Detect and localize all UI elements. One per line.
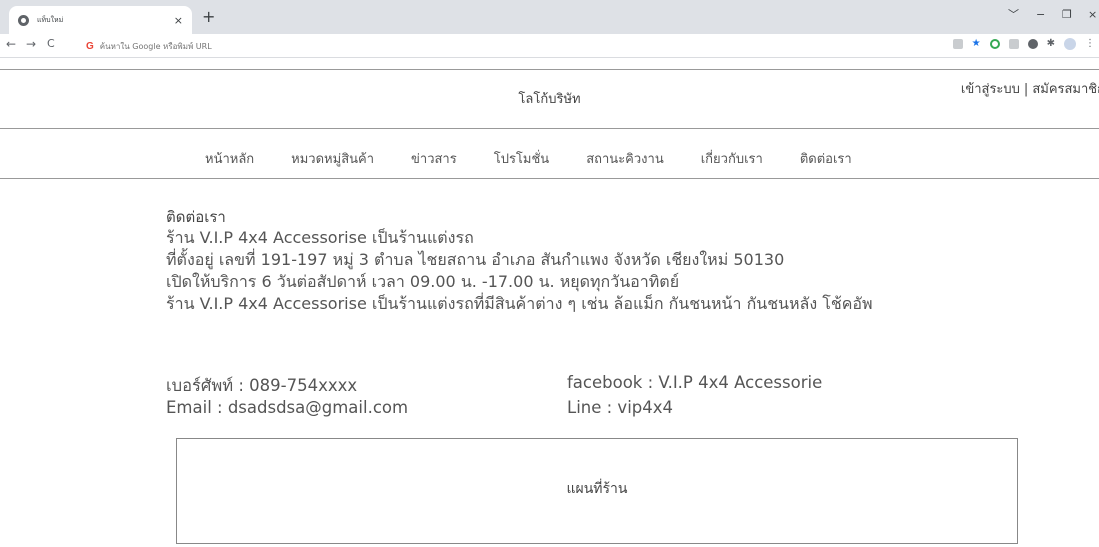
nav-item-categories[interactable]: หมวดหมู่สินค้า [291, 148, 374, 169]
minimize-button[interactable]: − [1036, 9, 1045, 20]
profile-avatar[interactable] [1064, 38, 1076, 50]
register-link[interactable]: สมัครสมาชิก [1032, 82, 1099, 97]
shop-description: ร้าน V.I.P 4x4 Accessorise เป็นร้านแต่งร… [166, 228, 474, 247]
bookmark-star-icon[interactable]: ★ [972, 39, 981, 49]
shop-map[interactable]: แผนที่ร้าน [176, 438, 1018, 544]
main-nav: หน้าหลัก หมวดหมู่สินค้า ข่าวสาร โปรโมชั่… [0, 129, 1099, 179]
nav-item-queue-status[interactable]: สถานะคิวงาน [586, 148, 664, 169]
nav-item-news[interactable]: ข่าวสาร [411, 148, 457, 169]
browser-toolbar: ← → C G ★ ✱ ⋮ [0, 34, 1099, 58]
nav-item-about[interactable]: เกี่ยวกับเรา [701, 148, 763, 169]
share-icon[interactable] [952, 39, 963, 49]
facebook-link[interactable]: facebook : V.I.P 4x4 Accessorie [567, 373, 822, 392]
login-link[interactable]: เข้าสู่ระบบ [961, 82, 1020, 97]
address-bar-input[interactable] [99, 41, 400, 51]
close-window-button[interactable]: × [1088, 9, 1097, 20]
contact-details: เบอร์ศัพท์ : 089-754xxxx facebook : V.I.… [166, 373, 1066, 423]
site-header: โลโก้บริษัท เข้าสู่ระบบ | สมัครสมาชิก [0, 69, 1099, 129]
browser-tabstrip: แท็บใหม่ × + ﹀ − ❐ × [0, 0, 1099, 34]
toolbar-icons: ★ ✱ ⋮ [952, 38, 1095, 50]
tab-close-icon[interactable]: × [174, 15, 183, 26]
browser-tab[interactable]: แท็บใหม่ × [9, 6, 192, 34]
google-icon: G [86, 40, 94, 52]
shop-address: ที่ตั้งอยู่ เลขที่ 191-197 หมู่ 3 ตำบล ไ… [166, 250, 785, 269]
email-link[interactable]: Email : dsadsdsa@gmail.com [166, 398, 408, 417]
menu-kebab-icon[interactable]: ⋮ [1085, 39, 1095, 49]
puzzle-icon[interactable]: ✱ [1047, 39, 1055, 49]
auth-separator: | [1023, 82, 1029, 97]
tab-title: แท็บใหม่ [37, 15, 64, 24]
nav-item-promotions[interactable]: โปรโมชั่น [494, 148, 549, 169]
shop-hours: เปิดให้บริการ 6 วันต่อสัปดาห์ เวลา 09.00… [166, 272, 680, 291]
forward-button[interactable]: → [26, 38, 36, 50]
chrome-icon [18, 14, 29, 26]
contact-title: ติดต่อเรา [166, 208, 226, 226]
nav-item-contact[interactable]: ติดต่อเรา [800, 148, 852, 169]
maximize-button[interactable]: ❐ [1062, 9, 1072, 20]
reload-button[interactable]: C [47, 38, 55, 49]
company-logo[interactable]: โลโก้บริษัท [0, 88, 1099, 109]
extension-icon[interactable] [1008, 39, 1019, 49]
tab-search-icon[interactable]: ﹀ [1008, 9, 1019, 20]
auth-links: เข้าสู่ระบบ | สมัครสมาชิก [961, 78, 1099, 99]
omnibox[interactable]: G [86, 36, 1096, 56]
extension-dot-icon[interactable] [1027, 39, 1038, 49]
map-label: แผนที่ร้าน [566, 481, 628, 497]
line-id: Line : vip4x4 [567, 398, 674, 417]
phone-number: เบอร์ศัพท์ : 089-754xxxx [166, 376, 358, 395]
new-tab-button[interactable]: + [202, 9, 215, 25]
shop-products: ร้าน V.I.P 4x4 Accessorise เป็นร้านแต่งร… [166, 294, 873, 313]
extension-green-icon[interactable] [989, 39, 1000, 49]
contact-row: Email : dsadsdsa@gmail.com Line : vip4x4 [166, 398, 1066, 423]
nav-item-home[interactable]: หน้าหลัก [205, 148, 254, 169]
back-button[interactable]: ← [6, 38, 16, 50]
contact-section: ติดต่อเรา ร้าน V.I.P 4x4 Accessorise เป็… [166, 207, 1066, 417]
contact-row: เบอร์ศัพท์ : 089-754xxxx facebook : V.I.… [166, 373, 1066, 398]
